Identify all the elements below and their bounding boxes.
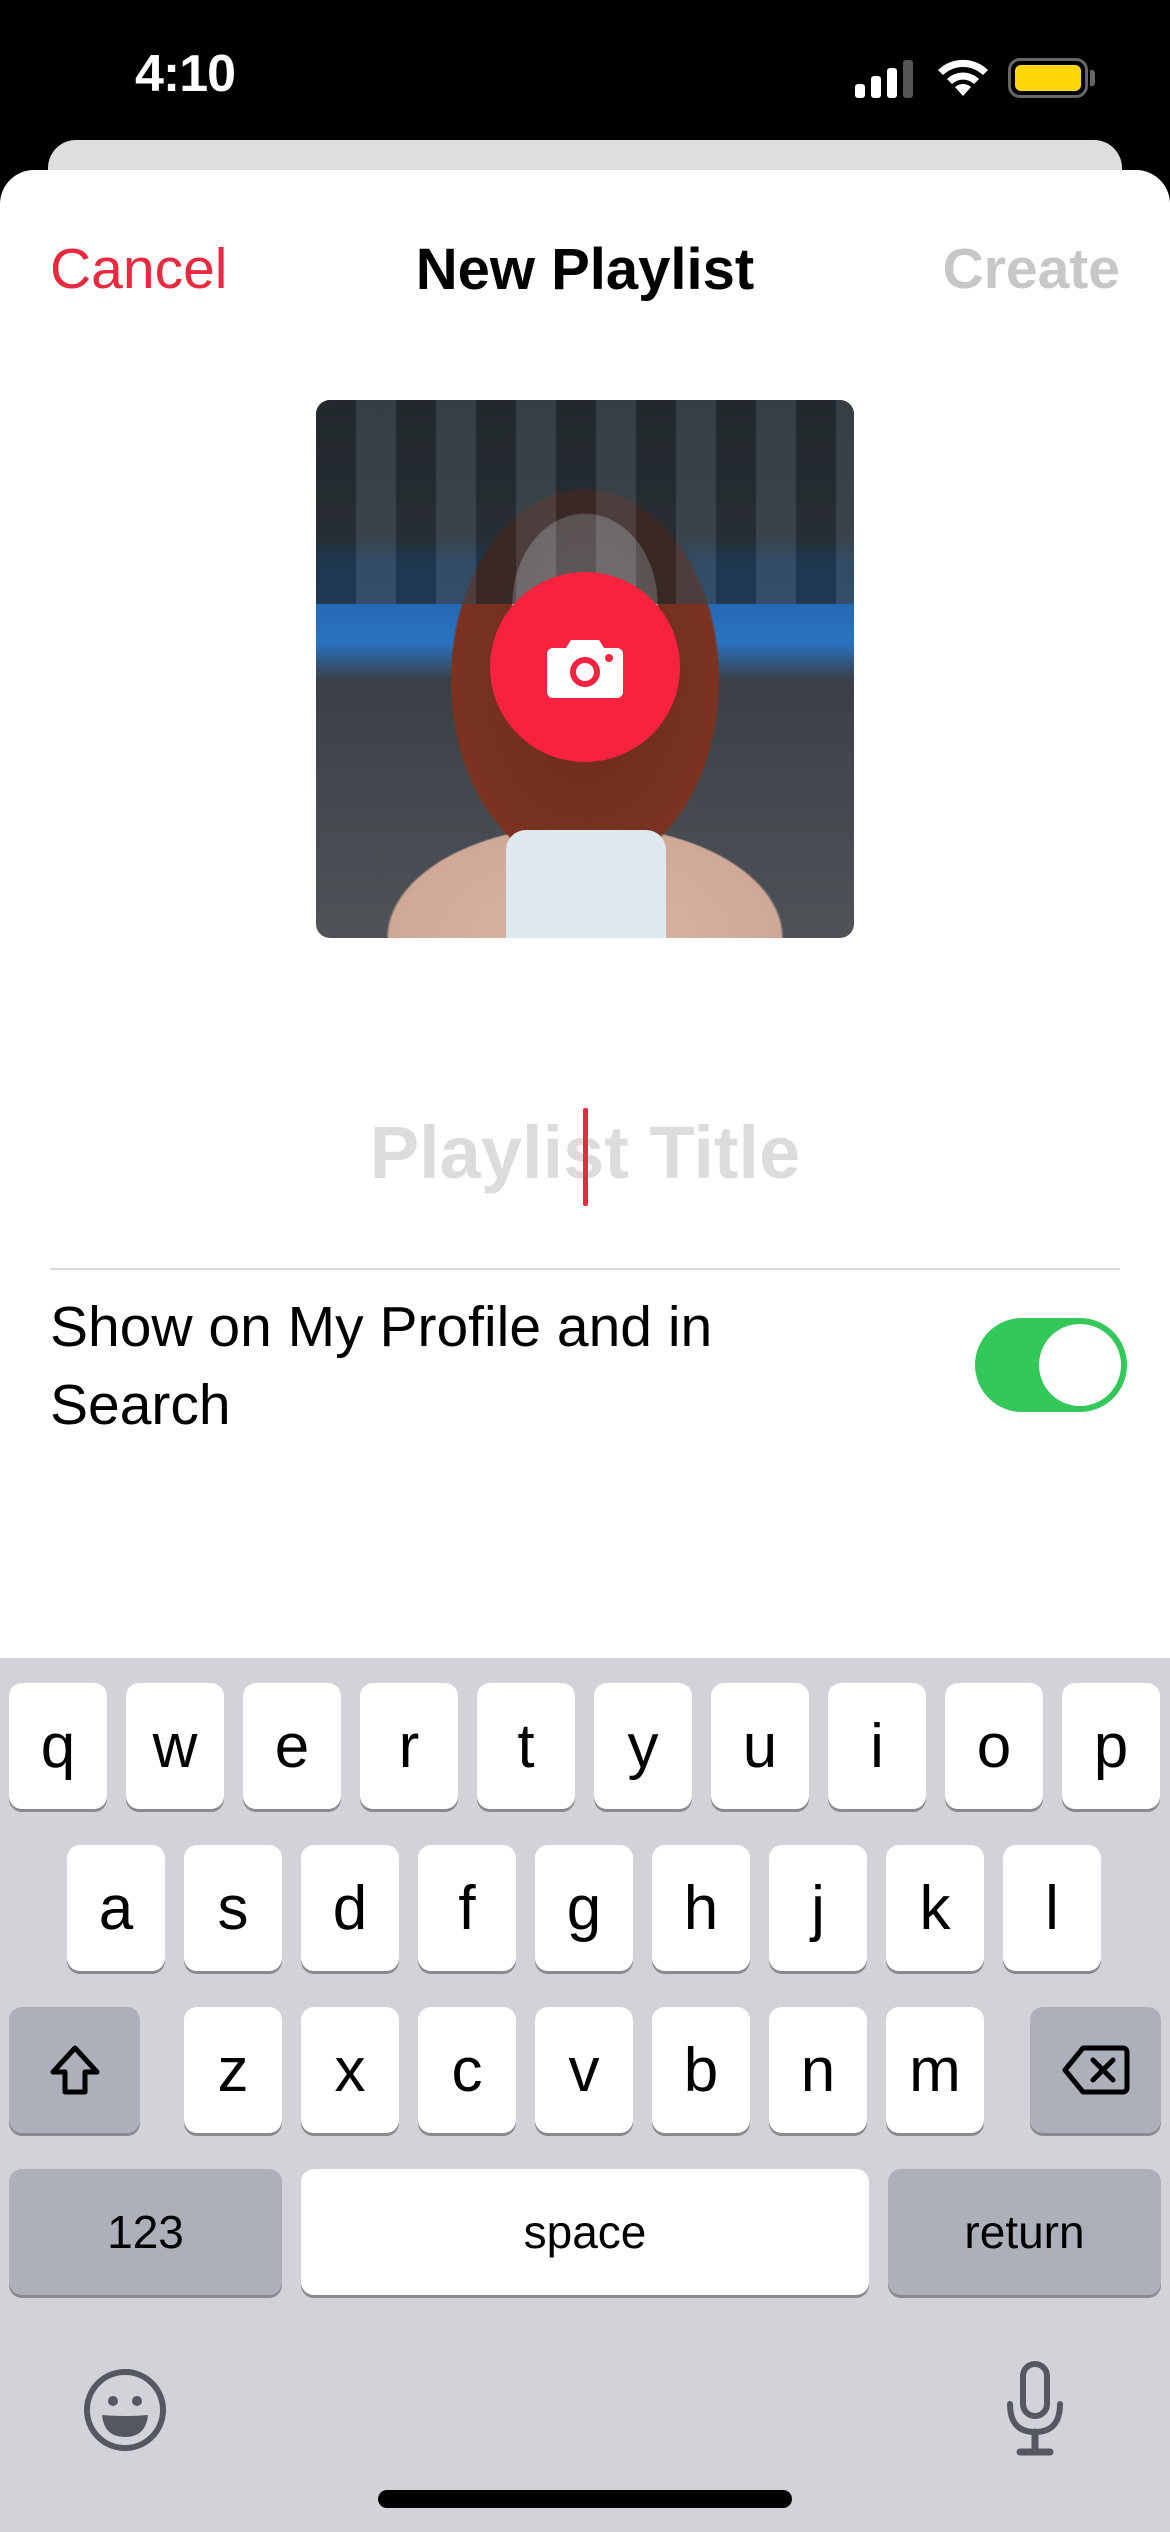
key-q[interactable]: q <box>9 1683 107 1809</box>
key-d[interactable]: d <box>301 1845 399 1971</box>
show-on-profile-toggle[interactable] <box>975 1318 1127 1412</box>
signal-icon <box>855 60 915 98</box>
key-w[interactable]: w <box>126 1683 224 1809</box>
emoji-button[interactable] <box>80 2365 170 2460</box>
key-n[interactable]: n <box>769 2007 867 2133</box>
divider <box>50 1268 1120 1270</box>
key-k[interactable]: k <box>886 1845 984 1971</box>
delete-icon <box>1062 2045 1129 2095</box>
camera-icon <box>547 640 623 698</box>
status-time: 4:10 <box>135 45 236 103</box>
key-o[interactable]: o <box>945 1683 1043 1809</box>
artwork-detail <box>506 830 666 938</box>
wifi-icon <box>938 59 988 96</box>
key-h[interactable]: h <box>652 1845 750 1971</box>
shift-key[interactable] <box>9 2007 140 2133</box>
toggle-knob <box>1039 1324 1121 1406</box>
delete-key[interactable] <box>1030 2007 1161 2133</box>
key-e[interactable]: e <box>243 1683 341 1809</box>
nav-bar: New Playlist Cancel Create <box>0 220 1170 310</box>
home-indicator[interactable] <box>378 2490 792 2508</box>
key-g[interactable]: g <box>535 1845 633 1971</box>
key-b[interactable]: b <box>652 2007 750 2133</box>
space-key[interactable]: space <box>301 2169 869 2295</box>
key-s[interactable]: s <box>184 1845 282 1971</box>
return-key[interactable]: return <box>888 2169 1161 2295</box>
key-x[interactable]: x <box>301 2007 399 2133</box>
key-u[interactable]: u <box>711 1683 809 1809</box>
key-f[interactable]: f <box>418 1845 516 1971</box>
key-p[interactable]: p <box>1062 1683 1160 1809</box>
key-l[interactable]: l <box>1003 1845 1101 1971</box>
key-v[interactable]: v <box>535 2007 633 2133</box>
status-bar: 4:10 <box>0 0 1170 150</box>
key-m[interactable]: m <box>886 2007 984 2133</box>
change-artwork-button[interactable] <box>490 572 680 762</box>
key-z[interactable]: z <box>184 2007 282 2133</box>
create-button[interactable]: Create <box>943 236 1120 302</box>
dictation-button[interactable] <box>1000 2360 1070 2465</box>
cancel-button[interactable]: Cancel <box>50 236 227 302</box>
battery-tip <box>1090 70 1095 86</box>
key-i[interactable]: i <box>828 1683 926 1809</box>
keyboard: q w e r t y u i o p a s d f g h j k l z … <box>0 1658 1170 2532</box>
emoji-icon <box>84 2369 166 2451</box>
key-r[interactable]: r <box>360 1683 458 1809</box>
playlist-title-field[interactable] <box>50 1105 1120 1206</box>
key-j[interactable]: j <box>769 1845 867 1971</box>
key-c[interactable]: c <box>418 2007 516 2133</box>
numbers-key[interactable]: 123 <box>9 2169 282 2295</box>
microphone-icon <box>1007 2361 1063 2456</box>
key-a[interactable]: a <box>67 1845 165 1971</box>
battery-icon <box>1008 58 1088 98</box>
show-on-profile-label: Show on My Profile and in Search <box>50 1295 713 1437</box>
text-cursor <box>583 1108 588 1206</box>
key-t[interactable]: t <box>477 1683 575 1809</box>
shift-icon <box>50 2045 99 2095</box>
key-y[interactable]: y <box>594 1683 692 1809</box>
